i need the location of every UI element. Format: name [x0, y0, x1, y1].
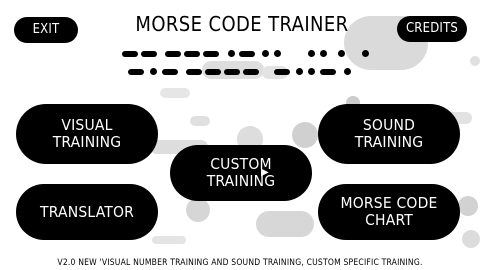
morse-dot [274, 50, 281, 57]
background-blob [190, 116, 210, 126]
morse-dot [308, 50, 315, 57]
morse-code-chart-label-line1: MORSE CODE [340, 194, 438, 213]
morse-code-graphic [0, 0, 480, 90]
morse-dot [262, 50, 269, 57]
visual-training-label-line2: TRAINING [52, 133, 122, 151]
morse-dot [338, 50, 345, 57]
morse-dash [224, 69, 240, 75]
morse-dash [184, 51, 200, 57]
morse-code-chart-label: MORSE CODE CHART [340, 195, 437, 228]
background-blob [256, 211, 314, 237]
background-dot [292, 122, 318, 148]
custom-training-button[interactable]: CUSTOM TRAINING [170, 145, 312, 201]
background-dot [458, 196, 478, 216]
sound-training-button[interactable]: SOUND TRAINING [318, 104, 460, 164]
visual-training-label: VISUAL TRAINING [53, 117, 122, 150]
morse-code-chart-label-line2: CHART [365, 211, 413, 229]
translator-label: TRANSLATOR [39, 202, 135, 221]
morse-dash [128, 69, 144, 75]
morse-dot [320, 50, 327, 57]
version-footer: V2.0 NEW 'VISUAL NUMBER TRAINING AND SOU… [57, 258, 423, 268]
morse-dot [362, 50, 369, 57]
morse-dash [162, 69, 178, 75]
morse-dash [122, 51, 138, 57]
background-blob [152, 236, 186, 244]
sound-training-label: SOUND TRAINING [355, 117, 424, 150]
morse-dash [203, 51, 219, 57]
morse-dash [141, 51, 157, 57]
morse-dot [344, 68, 351, 75]
visual-training-label-line1: VISUAL [61, 116, 113, 135]
morse-dash [205, 69, 221, 75]
sound-training-label-line2: TRAINING [354, 133, 424, 151]
morse-dot [150, 68, 157, 75]
mouse-pointer-icon: ▶ [261, 167, 269, 178]
morse-dot [308, 68, 315, 75]
background-dot [462, 230, 480, 248]
visual-training-button[interactable]: VISUAL TRAINING [16, 104, 158, 164]
background-dot [186, 198, 210, 222]
morse-dash [274, 69, 290, 75]
translator-button[interactable]: TRANSLATOR [16, 184, 158, 240]
morse-dash [320, 69, 336, 75]
morse-dot [228, 50, 235, 57]
morse-dash [165, 51, 181, 57]
morse-code-chart-button[interactable]: MORSE CODE CHART [318, 184, 460, 240]
morse-dot [296, 68, 303, 75]
morse-dash [239, 51, 255, 57]
morse-dash [186, 69, 202, 75]
sound-training-label-line1: SOUND [362, 116, 416, 135]
morse-dash [243, 69, 259, 75]
